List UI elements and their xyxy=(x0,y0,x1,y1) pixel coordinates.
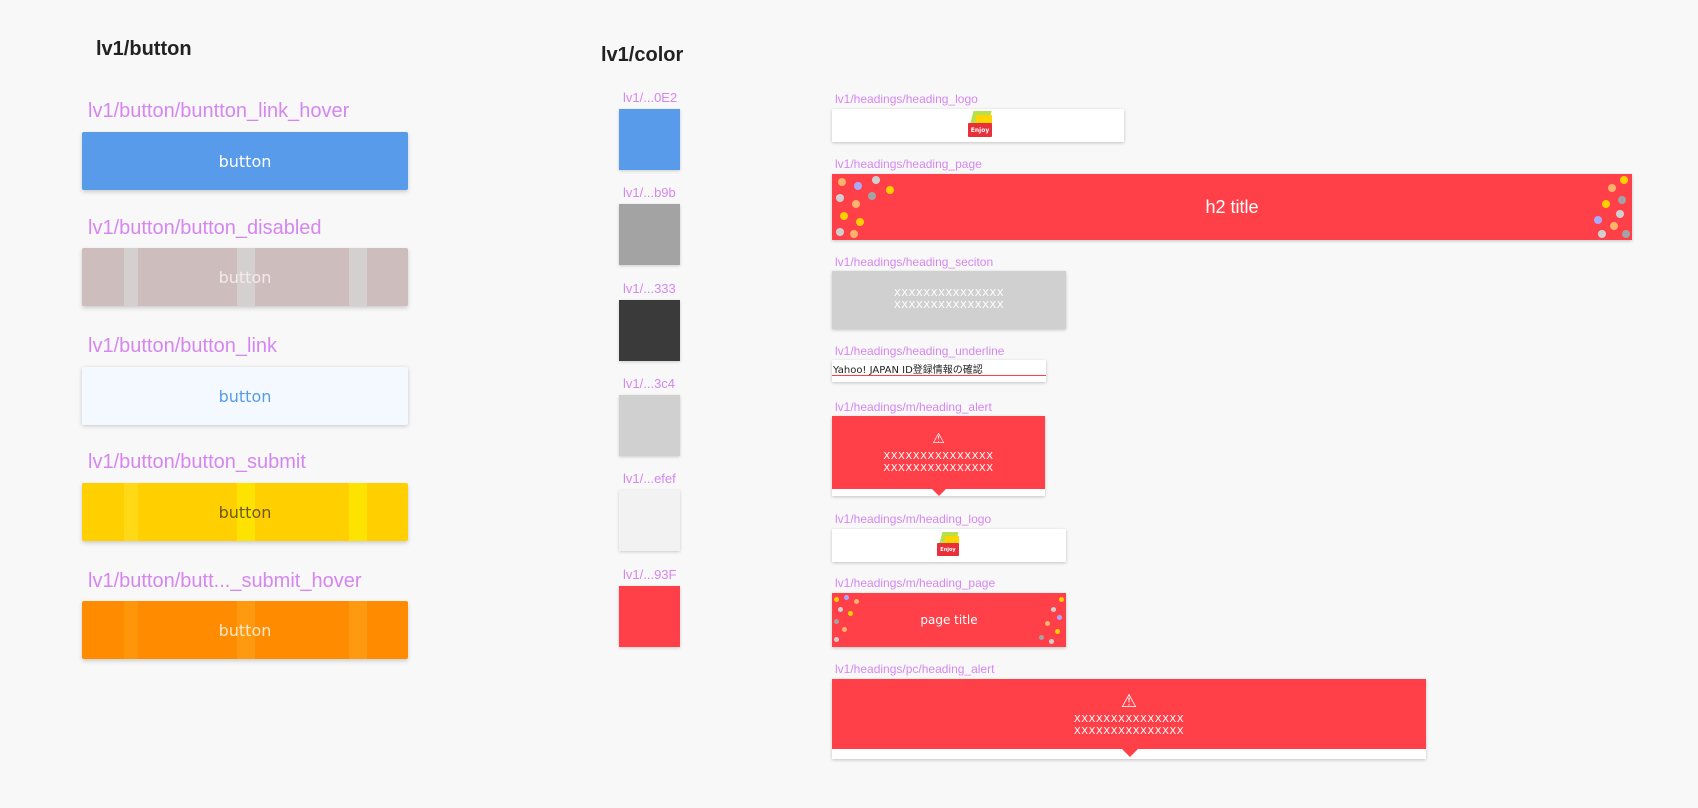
color-label-blue: lv1/...0E2 xyxy=(623,90,678,105)
m-heading-logo[interactable]: Enjoy xyxy=(832,529,1066,562)
warning-icon: ⚠ xyxy=(932,430,945,447)
button-link-hover-label: lv1/button/buntton_link_hover xyxy=(88,100,350,122)
button-link-hover[interactable]: button xyxy=(82,132,408,190)
color-label-off-white: lv1/...efef xyxy=(623,471,676,486)
m-heading-alert-line1: XXXXXXXXXXXXXXX xyxy=(883,450,994,462)
heading-logo-label: lv1/headings/heading_logo xyxy=(835,92,978,106)
color-label-red: lv1/...93F xyxy=(623,567,677,582)
m-heading-page-title: page title xyxy=(920,613,978,627)
button-link-hover-text: button xyxy=(218,151,272,171)
color-label-light-gray: lv1/...3c4 xyxy=(623,376,676,391)
alert-pointer-icon xyxy=(1122,749,1138,757)
button-link-text: button xyxy=(218,386,272,406)
button-submit-hover-text: button xyxy=(218,620,272,640)
color-swatch-blue[interactable] xyxy=(619,109,680,170)
color-section-title: lv1/color xyxy=(601,44,684,66)
m-heading-page[interactable]: page title xyxy=(832,593,1066,647)
heading-section[interactable]: XXXXXXXXXXXXXXX XXXXXXXXXXXXXXX xyxy=(832,271,1066,329)
button-submit-text: button xyxy=(218,502,272,522)
button-submit[interactable]: button xyxy=(82,483,408,541)
confetti-right-small-decoration xyxy=(1032,593,1066,647)
color-label-gray: lv1/...b9b xyxy=(623,185,676,200)
heading-underline-text: Yahoo! JAPAN ID登録情報の確認 xyxy=(833,365,983,376)
pc-heading-alert-line1: XXXXXXXXXXXXXXX xyxy=(1073,713,1185,725)
button-submit-hover[interactable]: button xyxy=(82,601,408,659)
pc-heading-alert[interactable]: ⚠ XXXXXXXXXXXXXXX XXXXXXXXXXXXXXX xyxy=(832,679,1426,759)
alert-pointer-icon xyxy=(932,489,946,496)
heading-underline[interactable]: Yahoo! JAPAN ID登録情報の確認 xyxy=(832,360,1046,382)
button-disabled[interactable]: button xyxy=(82,248,408,306)
color-swatch-gray[interactable] xyxy=(619,204,680,265)
enjoy-logo-small-icon: Enjoy xyxy=(936,532,962,558)
enjoy-logo-icon: Enjoy xyxy=(966,111,996,139)
button-section-title: lv1/button xyxy=(96,38,192,60)
color-swatch-off-white[interactable] xyxy=(619,490,680,551)
button-link-label: lv1/button/button_link xyxy=(88,335,278,357)
underline-divider xyxy=(832,375,1046,376)
heading-section-line2: XXXXXXXXXXXXXXX xyxy=(893,300,1005,311)
m-heading-alert-label: lv1/headings/m/heading_alert xyxy=(835,400,992,414)
heading-section-line1: XXXXXXXXXXXXXXX xyxy=(893,288,1005,299)
heading-logo[interactable]: Enjoy xyxy=(832,109,1124,142)
color-swatch-light-gray[interactable] xyxy=(619,395,680,456)
confetti-right-decoration xyxy=(1582,174,1632,240)
color-label-dark: lv1/...333 xyxy=(623,281,676,296)
button-submit-hover-label: lv1/button/butt..._submit_hover xyxy=(88,570,362,592)
color-swatch-dark[interactable] xyxy=(619,300,680,361)
heading-page-title: h2 title xyxy=(1205,196,1259,217)
m-heading-logo-label: lv1/headings/m/heading_logo xyxy=(835,512,992,526)
heading-page[interactable]: h2 title xyxy=(832,174,1632,240)
pc-heading-alert-label: lv1/headings/pc/heading_alert xyxy=(835,662,995,676)
heading-underline-label: lv1/headings/heading_underline xyxy=(835,344,1005,358)
button-submit-label: lv1/button/button_submit xyxy=(88,451,306,473)
button-disabled-label: lv1/button/button_disabled xyxy=(88,217,322,239)
m-heading-alert[interactable]: ⚠ XXXXXXXXXXXXXXX XXXXXXXXXXXXXXX xyxy=(832,416,1045,496)
pc-heading-alert-line2: XXXXXXXXXXXXXXX xyxy=(1073,725,1185,737)
button-disabled-text: button xyxy=(218,267,272,287)
heading-page-label: lv1/headings/heading_page xyxy=(835,157,982,171)
m-heading-alert-line2: XXXXXXXXXXXXXXX xyxy=(883,462,994,474)
color-swatch-red[interactable] xyxy=(619,586,680,647)
button-link[interactable]: button xyxy=(82,367,408,425)
m-heading-page-label: lv1/headings/m/heading_page xyxy=(835,576,996,590)
heading-section-label: lv1/headings/heading_seciton xyxy=(835,255,994,269)
warning-icon: ⚠ xyxy=(1120,690,1138,712)
